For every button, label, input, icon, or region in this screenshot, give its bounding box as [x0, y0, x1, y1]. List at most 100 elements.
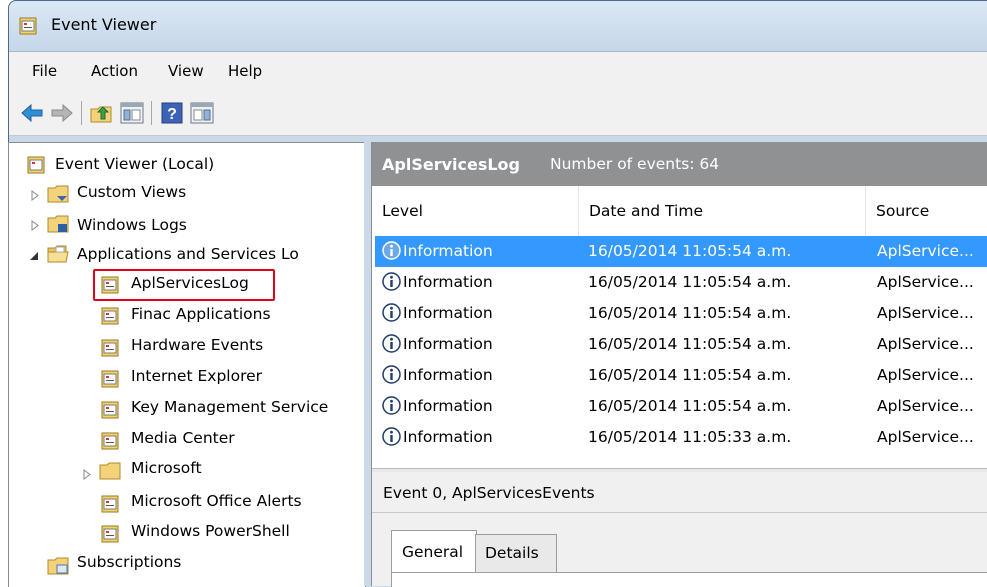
- back-arrow-icon[interactable]: [19, 101, 45, 125]
- expand-arrow-icon[interactable]: [31, 190, 39, 201]
- source-cell: AplService...: [877, 428, 974, 446]
- source-cell: AplService...: [877, 242, 974, 260]
- tree-item-finac-applications[interactable]: Finac Applications: [9, 303, 365, 331]
- menu-action[interactable]: Action: [91, 62, 138, 80]
- event-detail-title: Event 0, AplServicesEvents: [383, 484, 595, 502]
- folder-icon: [47, 185, 69, 203]
- source-cell: AplService...: [877, 273, 974, 291]
- level-cell: Information: [403, 428, 493, 446]
- tree-item-event-viewer-local[interactable]: Event Viewer (Local): [9, 151, 365, 179]
- source-cell: AplService...: [877, 304, 974, 322]
- information-icon: [382, 272, 401, 291]
- tree-label: Applications and Services Lo: [77, 245, 299, 263]
- level-cell: Information: [403, 242, 493, 260]
- tree-item-media-center[interactable]: Media Center: [9, 428, 365, 456]
- folder-up-icon[interactable]: [89, 101, 115, 125]
- tree-label: Media Center: [131, 429, 235, 447]
- level-cell: Information: [403, 366, 493, 384]
- level-cell: Information: [403, 397, 493, 415]
- tab-details[interactable]: Details: [475, 534, 557, 575]
- table-row[interactable]: Information 16/05/2014 11:05:54 a.m. Apl…: [375, 360, 987, 391]
- event-log-icon: [101, 307, 119, 325]
- tree-label: Key Management Service: [131, 398, 329, 416]
- tree-label: Microsoft: [131, 459, 202, 477]
- level-cell: Information: [403, 273, 493, 291]
- column-header-level[interactable]: Level: [372, 186, 579, 236]
- expand-arrow-icon[interactable]: [83, 469, 91, 480]
- table-row[interactable]: Information 16/05/2014 11:05:54 a.m. Apl…: [375, 236, 987, 267]
- table-row[interactable]: Information 16/05/2014 11:05:54 a.m. Apl…: [375, 267, 987, 298]
- menu-file[interactable]: File: [32, 62, 57, 80]
- tree-item-microsoft-office-alerts[interactable]: Microsoft Office Alerts: [9, 491, 365, 519]
- tree-item-custom-views[interactable]: Custom Views: [9, 181, 365, 209]
- tab-general[interactable]: General: [391, 530, 477, 575]
- console-tree-icon[interactable]: [119, 101, 145, 125]
- pane-splitter[interactable]: [364, 142, 371, 586]
- event-log-icon: [101, 525, 119, 543]
- folder-icon: [99, 462, 121, 480]
- menu-view[interactable]: View: [168, 62, 204, 80]
- menu-help[interactable]: Help: [228, 62, 262, 80]
- title-bar[interactable]: Event Viewer: [9, 1, 987, 51]
- action-pane-icon[interactable]: [189, 101, 215, 125]
- table-row[interactable]: Information 16/05/2014 11:05:54 a.m. Apl…: [375, 391, 987, 422]
- datetime-cell: 16/05/2014 11:05:54 a.m.: [588, 304, 792, 322]
- log-view-pane: AplServicesLog Number of events: 64 Leve…: [371, 142, 987, 587]
- tab-label: Details: [485, 544, 539, 562]
- event-count: Number of events: 64: [550, 155, 720, 173]
- tree-item-key-management-service[interactable]: Key Management Service: [9, 397, 365, 425]
- log-title: AplServicesLog: [382, 155, 520, 174]
- tree-item-aplserviceslog[interactable]: AplServicesLog: [9, 269, 365, 301]
- console-tree-pane[interactable]: Event Viewer (Local) Custom Views Window…: [8, 142, 366, 587]
- tree-label: Finac Applications: [131, 305, 271, 323]
- datetime-cell: 16/05/2014 11:05:54 a.m.: [588, 397, 792, 415]
- tree-item-windows-powershell[interactable]: Windows PowerShell: [9, 521, 365, 549]
- tree-label: Custom Views: [77, 183, 187, 201]
- tree-label: Hardware Events: [131, 336, 264, 354]
- tab-content: [391, 572, 987, 587]
- tree-label: Windows PowerShell: [131, 522, 290, 540]
- information-icon: [382, 427, 401, 446]
- events-table[interactable]: Level Date and Time Source Information 1…: [372, 186, 987, 468]
- event-detail-header: Event 0, AplServicesEvents: [372, 472, 987, 513]
- event-viewer-icon: [19, 17, 37, 35]
- event-detail-pane: Event 0, AplServicesEvents General Detai…: [372, 472, 987, 587]
- table-row[interactable]: Information 16/05/2014 11:05:54 a.m. Apl…: [375, 298, 987, 329]
- tree-label: Microsoft Office Alerts: [131, 492, 302, 510]
- event-log-icon: [101, 339, 119, 357]
- collapse-arrow-icon[interactable]: [29, 251, 39, 261]
- column-label: Level: [382, 202, 423, 220]
- event-log-icon: [101, 370, 119, 388]
- tree-item-applications-and-services[interactable]: Applications and Services Lo: [9, 241, 365, 269]
- table-row[interactable]: Information 16/05/2014 11:05:33 a.m. Apl…: [375, 422, 987, 453]
- datetime-cell: 16/05/2014 11:05:54 a.m.: [588, 366, 792, 384]
- event-viewer-icon: [27, 156, 45, 174]
- column-header-source[interactable]: Source: [866, 186, 987, 236]
- window-title: Event Viewer: [51, 15, 157, 34]
- datetime-cell: 16/05/2014 11:05:33 a.m.: [588, 428, 792, 446]
- tree-item-internet-explorer[interactable]: Internet Explorer: [9, 366, 365, 394]
- event-log-icon: [101, 432, 119, 450]
- open-folder-icon: [47, 245, 69, 263]
- tree-item-hardware-events[interactable]: Hardware Events: [9, 335, 365, 363]
- tree-label: Event Viewer (Local): [55, 155, 215, 173]
- table-row[interactable]: Information 16/05/2014 11:05:54 a.m. Apl…: [375, 329, 987, 360]
- menu-bar: File Action View Help: [9, 51, 987, 92]
- datetime-cell: 16/05/2014 11:05:54 a.m.: [588, 335, 792, 353]
- tree-item-subscriptions[interactable]: Subscriptions: [9, 551, 365, 579]
- help-icon[interactable]: ?: [159, 101, 185, 125]
- source-cell: AplService...: [877, 335, 974, 353]
- subscriptions-icon: [47, 557, 69, 575]
- toolbar-separator: [151, 101, 152, 125]
- tree-item-microsoft[interactable]: Microsoft: [9, 458, 365, 486]
- column-header-date-time[interactable]: Date and Time: [579, 186, 866, 236]
- tree-label: Windows Logs: [77, 216, 187, 234]
- expand-arrow-icon[interactable]: [31, 220, 39, 231]
- toolbar-separator: [81, 101, 82, 125]
- tree-label: AplServicesLog: [131, 274, 249, 292]
- datetime-cell: 16/05/2014 11:05:54 a.m.: [588, 242, 792, 260]
- tree-item-windows-logs[interactable]: Windows Logs: [9, 211, 365, 239]
- forward-arrow-icon[interactable]: [49, 101, 75, 125]
- level-cell: Information: [403, 335, 493, 353]
- toolbar: ?: [9, 91, 987, 136]
